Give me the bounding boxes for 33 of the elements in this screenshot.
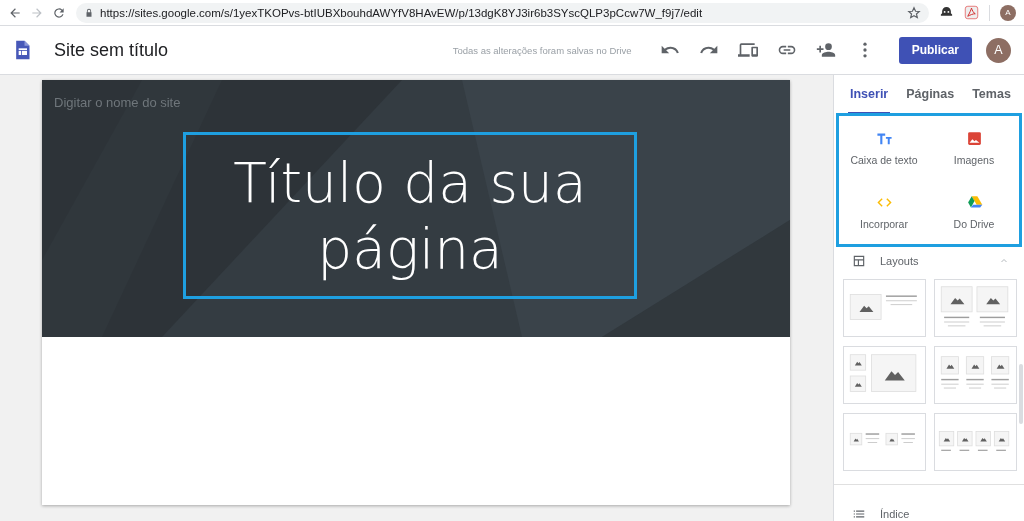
- url-text: https://sites.google.com/s/1yexTKOPvs-btIUBXbouhdAWYfV8HAvEW/p/13dgK8YJ3ir6b3SYscQLP3pCcw7W_f9j7/edit: [100, 6, 704, 19]
- add-person-icon[interactable]: [815, 40, 836, 60]
- layout-thumbnail[interactable]: [843, 346, 926, 404]
- reload-icon[interactable]: [52, 5, 66, 20]
- star-icon[interactable]: [907, 5, 921, 20]
- image-icon: [965, 130, 983, 147]
- sidebar-tab[interactable]: Temas: [963, 75, 1020, 113]
- devices-preview-icon[interactable]: [737, 40, 758, 60]
- account-avatar[interactable]: A: [986, 37, 1011, 63]
- site-title[interactable]: Site sem título: [54, 39, 453, 61]
- sidebar-tab[interactable]: Inserir: [841, 75, 898, 113]
- layout-thumbnail[interactable]: [843, 279, 926, 337]
- insert-item[interactable]: Incorporar: [839, 180, 929, 244]
- layout-icon: [852, 254, 866, 268]
- insert-item[interactable]: Do Drive: [929, 180, 1019, 244]
- address-bar[interactable]: https://sites.google.com/s/1yexTKOPvs-btIUBXbouhdAWYfV8HAvEW/p/13dgK8YJ3ir6b3SYscQLP3pCcw7W_f9j7/edit: [76, 2, 929, 23]
- pdf-extension-icon[interactable]: [964, 5, 979, 20]
- section-header[interactable]: Layouts: [880, 255, 984, 267]
- layout-thumbnail[interactable]: [934, 346, 1017, 404]
- save-status: Todas as alterações foram salvas no Drive: [452, 44, 632, 56]
- insert-item[interactable]: Caixa de texto: [839, 116, 929, 180]
- profile-avatar[interactable]: A: [1000, 4, 1016, 21]
- publish-button[interactable]: Publicar: [898, 36, 972, 64]
- layout-thumbnail[interactable]: [843, 413, 926, 471]
- sidebar-tab[interactable]: Páginas: [897, 75, 964, 113]
- site-name-field[interactable]: Digitar o nome do site: [54, 95, 254, 110]
- page-title[interactable]: Título da sua página: [210, 149, 610, 282]
- layout-thumbnail[interactable]: [934, 413, 1017, 471]
- section-header[interactable]: Índice: [880, 508, 1010, 520]
- insert-item[interactable]: Imagens: [929, 116, 1019, 180]
- lock-icon: [84, 7, 94, 18]
- scrollbar[interactable]: [1019, 364, 1023, 424]
- layout-thumbnail[interactable]: [934, 279, 1017, 337]
